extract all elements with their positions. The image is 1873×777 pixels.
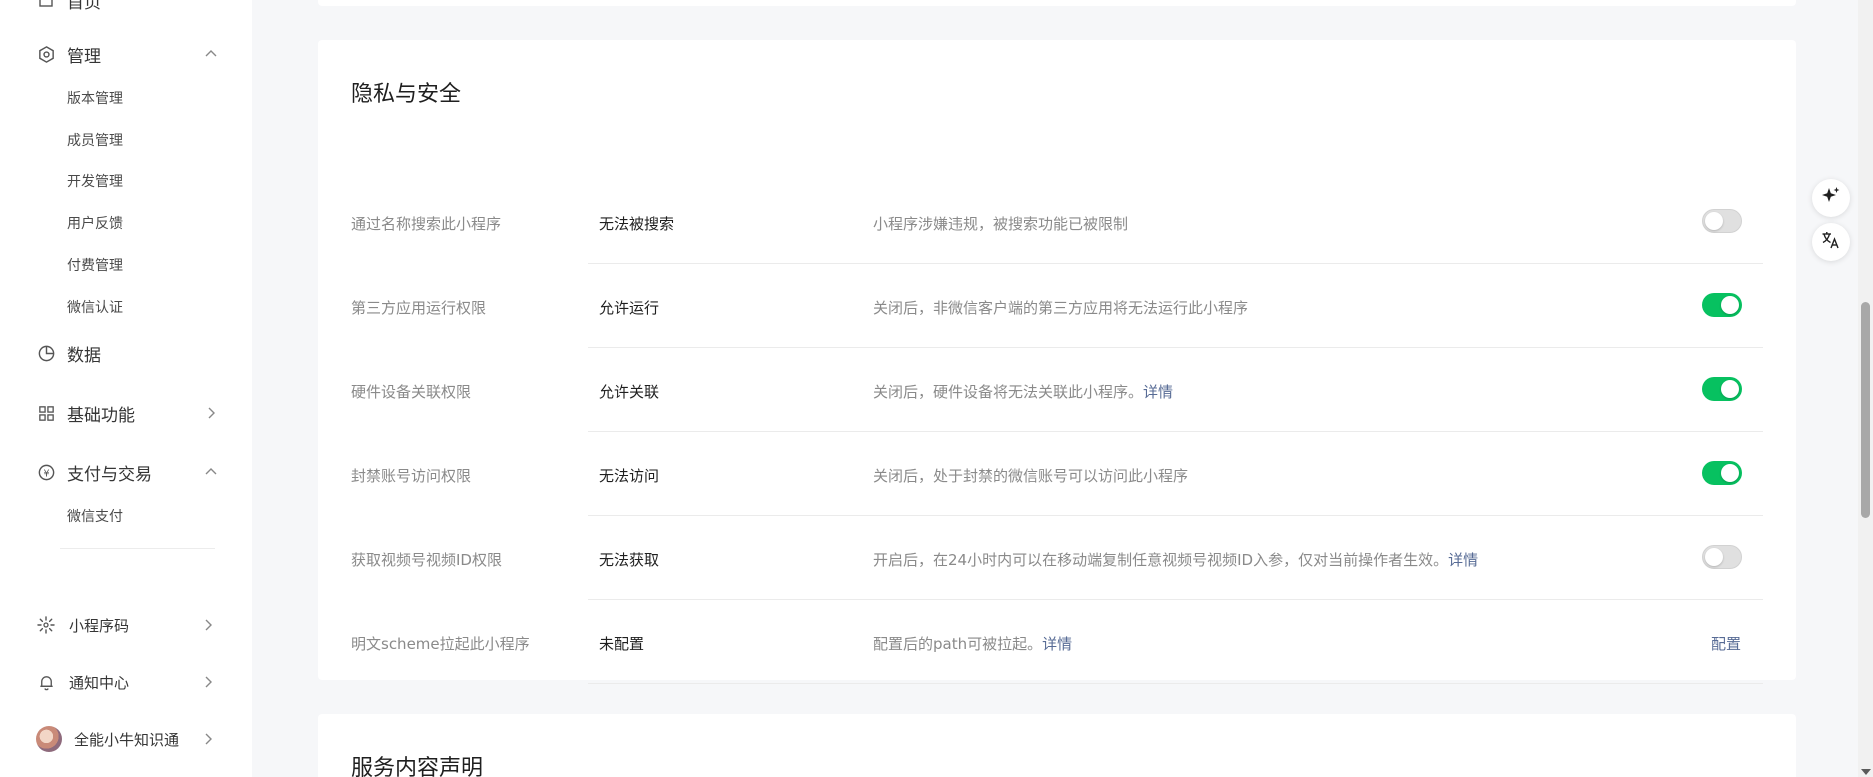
setting-name: 第三方应用运行权限: [351, 299, 487, 317]
sidebar-item-paid[interactable]: 付费管理: [67, 254, 123, 278]
desc-text: 配置后的path可被拉起。: [873, 635, 1043, 653]
yen-circle-icon: ¥: [36, 462, 56, 482]
sidebar-group-label: 支付与交易: [67, 464, 152, 485]
setting-value: 无法被搜索: [599, 215, 675, 233]
setting-value: 允许运行: [599, 299, 660, 317]
sidebar-group-management[interactable]: 管理: [0, 32, 252, 76]
sidebar-item-label: 小程序码: [69, 617, 130, 635]
toggle-knob: [1705, 548, 1723, 566]
pie-chart-icon: [36, 343, 56, 363]
row-divider: [588, 683, 1763, 684]
grid-icon: [36, 403, 56, 423]
sidebar: 首页 管理 版本管理 成员管理 开发管理 用户反馈 付费管理 微信认证 数据 基…: [0, 0, 252, 777]
setting-name: 获取视频号视频ID权限: [351, 551, 502, 569]
setting-value: 未配置: [599, 635, 645, 653]
setting-row-scheme: 明文scheme拉起此小程序 未配置 配置后的path可被拉起。详情 配置: [318, 600, 1796, 684]
setting-value: 无法获取: [599, 551, 660, 569]
sidebar-item-feedback[interactable]: 用户反馈: [67, 212, 123, 236]
home-icon: [36, 0, 56, 10]
sparkle-icon: [1820, 185, 1842, 211]
sidebar-group-label: 基础功能: [67, 405, 135, 426]
desc-text: 开启后，在24小时内可以在移动端复制任意视频号视频ID入参，仅对当前操作者生效。: [873, 551, 1449, 569]
toggle-switch[interactable]: [1702, 461, 1742, 485]
toggle-knob: [1721, 464, 1739, 482]
sidebar-item-wechat-pay[interactable]: 微信支付: [67, 505, 123, 529]
card-title: 隐私与安全: [351, 82, 462, 107]
service-declaration-card: 服务内容声明: [318, 714, 1796, 777]
scroll-down-arrow-icon[interactable]: [1861, 769, 1871, 775]
setting-desc: 开启后，在24小时内可以在移动端复制任意视频号视频ID入参，仅对当前操作者生效。…: [873, 549, 1478, 570]
chevron-up-icon[interactable]: [203, 464, 219, 480]
privacy-security-card: 隐私与安全 通过名称搜索此小程序 无法被搜索 小程序涉嫌违规，被搜索功能已被限制…: [318, 40, 1796, 684]
page-scrollbar[interactable]: [1858, 0, 1873, 777]
configure-link[interactable]: 配置: [1711, 633, 1741, 654]
chevron-right-icon: [200, 731, 216, 747]
sidebar-item-dev[interactable]: 开发管理: [67, 170, 123, 194]
scrollbar-thumb[interactable]: [1861, 302, 1870, 518]
chevron-up-icon[interactable]: [203, 46, 219, 62]
sidebar-item-home[interactable]: 首页: [0, 0, 252, 22]
settings-hex-icon: [36, 44, 56, 64]
previous-card: [318, 0, 1796, 6]
setting-desc: 关闭后，非微信客户端的第三方应用将无法运行此小程序: [873, 297, 1248, 318]
setting-desc: 小程序涉嫌违规，被搜索功能已被限制: [873, 213, 1128, 234]
sidebar-item-notifications[interactable]: 通知中心: [0, 658, 252, 706]
sidebar-item-members[interactable]: 成员管理: [67, 129, 123, 153]
sidebar-item-account[interactable]: 全能小牛知识通: [0, 715, 252, 763]
sidebar-item-label: 首页: [67, 0, 101, 13]
setting-row-name-search: 通过名称搜索此小程序 无法被搜索 小程序涉嫌违规，被搜索功能已被限制: [318, 180, 1796, 264]
account-name: 全能小牛知识通: [74, 731, 180, 749]
chevron-right-icon: [200, 674, 216, 690]
toggle-knob: [1721, 380, 1739, 398]
details-link[interactable]: 详情: [1042, 635, 1072, 653]
setting-value: 允许关联: [599, 383, 660, 401]
toggle-switch[interactable]: [1702, 209, 1742, 233]
setting-value: 无法访问: [599, 467, 660, 485]
translate-button[interactable]: [1812, 223, 1850, 261]
setting-row-banned-access: 封禁账号访问权限 无法访问 关闭后，处于封禁的微信账号可以访问此小程序: [318, 432, 1796, 516]
details-link[interactable]: 详情: [1143, 383, 1173, 401]
sidebar-group-payment[interactable]: ¥ 支付与交易: [0, 450, 252, 494]
setting-name: 硬件设备关联权限: [351, 383, 472, 401]
translate-icon: [1820, 229, 1842, 255]
card-title: 服务内容声明: [351, 756, 484, 777]
setting-desc: 关闭后，硬件设备将无法关联此小程序。详情: [873, 381, 1173, 402]
sidebar-item-label: 通知中心: [69, 674, 130, 692]
toggle-switch[interactable]: [1702, 545, 1742, 569]
setting-row-hardware: 硬件设备关联权限 允许关联 关闭后，硬件设备将无法关联此小程序。详情: [318, 348, 1796, 432]
desc-text: 小程序涉嫌违规，被搜索功能已被限制: [873, 215, 1129, 233]
svg-text:¥: ¥: [43, 468, 49, 479]
sidebar-group-label: 管理: [67, 46, 101, 67]
sidebar-item-version[interactable]: 版本管理: [67, 87, 123, 111]
setting-desc: 配置后的path可被拉起。详情: [873, 633, 1072, 654]
sidebar-item-certification[interactable]: 微信认证: [67, 296, 123, 320]
setting-name: 通过名称搜索此小程序: [351, 215, 502, 233]
toggle-knob: [1721, 296, 1739, 314]
toggle-switch[interactable]: [1702, 293, 1742, 317]
bell-icon: [36, 672, 56, 692]
toggle-knob: [1705, 212, 1723, 230]
chevron-right-icon: [200, 617, 216, 633]
details-link[interactable]: 详情: [1448, 551, 1478, 569]
sidebar-group-basic[interactable]: 基础功能: [0, 391, 252, 435]
chevron-right-icon[interactable]: [203, 405, 219, 421]
sidebar-item-qrcode[interactable]: 小程序码: [0, 601, 252, 649]
setting-row-third-party: 第三方应用运行权限 允许运行 关闭后，非微信客户端的第三方应用将无法运行此小程序: [318, 264, 1796, 348]
desc-text: 关闭后，非微信客户端的第三方应用将无法运行此小程序: [873, 299, 1249, 317]
setting-row-video-id: 获取视频号视频ID权限 无法获取 开启后，在24小时内可以在移动端复制任意视频号…: [318, 516, 1796, 600]
desc-text: 关闭后，处于封禁的微信账号可以访问此小程序: [873, 467, 1189, 485]
sidebar-group-label: 数据: [67, 345, 101, 366]
desc-text: 关闭后，硬件设备将无法关联此小程序。: [873, 383, 1144, 401]
divider: [60, 548, 215, 549]
setting-name: 封禁账号访问权限: [351, 467, 472, 485]
sidebar-group-data[interactable]: 数据: [0, 331, 252, 375]
mini-program-code-icon: [36, 615, 56, 635]
ai-assistant-button[interactable]: [1812, 179, 1850, 217]
avatar: [36, 726, 62, 752]
toggle-switch[interactable]: [1702, 377, 1742, 401]
setting-desc: 关闭后，处于封禁的微信账号可以访问此小程序: [873, 465, 1188, 486]
setting-name: 明文scheme拉起此小程序: [351, 635, 530, 653]
